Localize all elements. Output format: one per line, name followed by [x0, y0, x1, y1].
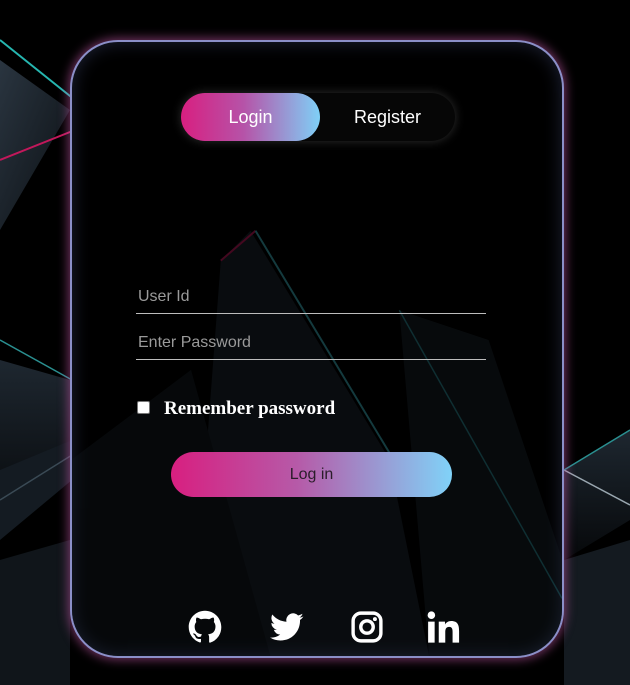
github-icon[interactable]	[188, 610, 222, 644]
login-card: Login Register Remember password Log in	[70, 40, 564, 658]
user-id-input[interactable]	[136, 280, 486, 314]
login-register-toggle: Login Register	[181, 93, 455, 141]
tab-login[interactable]: Login	[181, 93, 320, 141]
instagram-icon[interactable]	[350, 610, 384, 644]
twitter-icon[interactable]	[270, 610, 304, 644]
password-input[interactable]	[136, 326, 486, 360]
remember-password-label: Remember password	[164, 398, 336, 419]
remember-password-row: Remember password	[136, 398, 335, 420]
social-links	[72, 610, 562, 644]
log-in-button[interactable]: Log in	[171, 452, 452, 497]
tab-register[interactable]: Register	[320, 93, 455, 141]
linkedin-icon[interactable]	[426, 610, 460, 644]
remember-password-checkbox[interactable]	[137, 400, 150, 414]
